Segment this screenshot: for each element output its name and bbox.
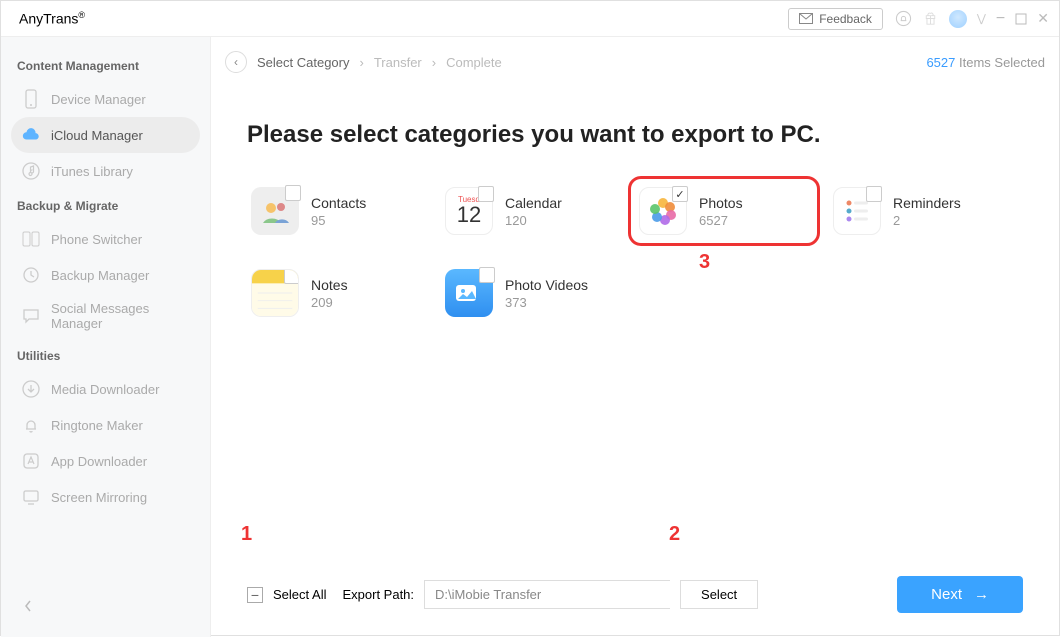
checkbox-icon [285, 185, 301, 201]
bell-outline-icon[interactable] [895, 10, 912, 27]
breadcrumb-step[interactable]: Select Category [257, 55, 350, 70]
export-path-label: Export Path: [342, 587, 414, 602]
breadcrumb: ‹ Select Category › Transfer › Complete … [211, 37, 1059, 81]
back-button[interactable]: ‹ [225, 51, 247, 73]
sidebar-group-label: Utilities [17, 349, 194, 363]
photos-icon: ✓ [639, 187, 687, 235]
export-path-input[interactable] [424, 580, 670, 609]
category-contacts[interactable]: Contacts 95 [247, 183, 425, 239]
music-icon [21, 161, 41, 181]
category-photo-videos[interactable]: Photo Videos 373 [441, 265, 619, 321]
category-reminders[interactable]: Reminders 2 [829, 183, 1007, 239]
calendar-icon: Tuesd 12 [445, 187, 493, 235]
close-icon[interactable]: ✕ [1037, 10, 1049, 27]
sidebar-item-app-downloader[interactable]: App Downloader [11, 443, 200, 479]
sidebar-item-backup-manager[interactable]: Backup Manager [11, 257, 200, 293]
app-title: AnyTrans® [19, 10, 85, 27]
category-grid: Contacts 95 Tuesd 12 Calendar 120 [247, 183, 1007, 321]
device-icon [21, 89, 41, 109]
items-selected: 6527 Items Selected [926, 55, 1045, 70]
select-all-checkbox[interactable]: − [247, 587, 263, 603]
sidebar-item-social-messages[interactable]: Social Messages Manager [11, 293, 200, 339]
checkbox-icon: ✓ [672, 186, 688, 202]
chevron-down-icon[interactable]: ⋁ [977, 12, 986, 25]
breadcrumb-step: Transfer [374, 55, 422, 70]
annotation-1: 1 [241, 523, 252, 546]
backup-icon [21, 265, 41, 285]
notes-icon [251, 269, 299, 317]
minimize-icon[interactable]: − [996, 10, 1005, 28]
app-icon [21, 451, 41, 471]
sidebar-item-ringtone-maker[interactable]: Ringtone Maker [11, 407, 200, 443]
bell-icon [21, 415, 41, 435]
category-photos[interactable]: ✓ Photos 6527 [635, 183, 813, 239]
user-avatar[interactable] [949, 10, 967, 28]
checkbox-icon [478, 186, 494, 202]
cloud-icon [21, 125, 41, 145]
maximize-icon[interactable] [1015, 13, 1027, 25]
sidebar-item-media-downloader[interactable]: Media Downloader [11, 371, 200, 407]
feedback-button[interactable]: Feedback [788, 8, 883, 30]
breadcrumb-step: Complete [446, 55, 502, 70]
contacts-icon [251, 187, 299, 235]
sidebar-collapse[interactable] [11, 587, 200, 625]
page-title: Please select categories you want to exp… [247, 121, 1023, 149]
chevron-left-icon [23, 599, 33, 613]
switch-icon [21, 229, 41, 249]
sidebar-item-itunes-library[interactable]: iTunes Library [11, 153, 200, 189]
next-button[interactable]: Next → [897, 576, 1023, 613]
checkbox-icon [479, 267, 495, 283]
photo-videos-icon [445, 269, 493, 317]
footer-bar: − Select All Export Path: Select Next → [211, 560, 1059, 637]
checkbox-icon [284, 269, 299, 284]
sidebar: Content Management Device Manager iCloud… [1, 37, 211, 637]
select-path-button[interactable]: Select [680, 580, 758, 609]
sidebar-item-screen-mirroring[interactable]: Screen Mirroring [11, 479, 200, 515]
sidebar-group-label: Content Management [17, 59, 194, 73]
sidebar-group-label: Backup & Migrate [17, 199, 194, 213]
mail-icon [799, 13, 813, 24]
title-bar: AnyTrans® Feedback ⋁ − ✕ [1, 1, 1059, 37]
sidebar-item-icloud-manager[interactable]: iCloud Manager [11, 117, 200, 153]
sidebar-item-phone-switcher[interactable]: Phone Switcher [11, 221, 200, 257]
annotation-2: 2 [669, 523, 680, 546]
sidebar-item-device-manager[interactable]: Device Manager [11, 81, 200, 117]
arrow-right-icon: → [974, 586, 989, 603]
mirror-icon [21, 487, 41, 507]
select-all-label: Select All [273, 587, 326, 602]
reminders-icon [833, 187, 881, 235]
category-calendar[interactable]: Tuesd 12 Calendar 120 [441, 183, 619, 239]
checkbox-icon [866, 186, 882, 202]
category-notes[interactable]: Notes 209 [247, 265, 425, 321]
gift-icon[interactable] [922, 10, 939, 27]
chat-icon [21, 306, 41, 326]
download-icon [21, 379, 41, 399]
main-panel: ‹ Select Category › Transfer › Complete … [211, 37, 1059, 637]
